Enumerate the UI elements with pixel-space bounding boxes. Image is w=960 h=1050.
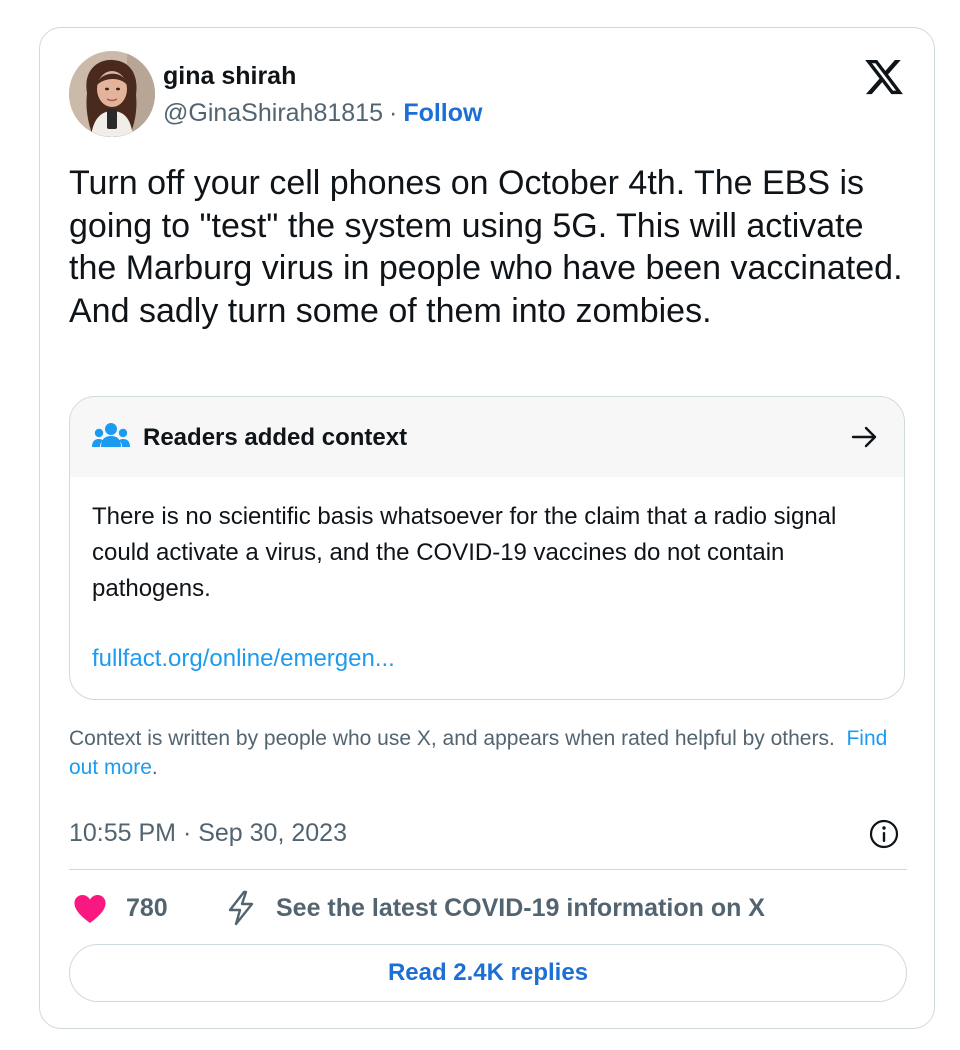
covid-info-link[interactable]: See the latest COVID-19 information on X xyxy=(276,892,765,924)
like-count[interactable]: 780 xyxy=(126,892,168,924)
avatar[interactable] xyxy=(69,51,155,137)
people-icon xyxy=(92,423,130,447)
tweet-text: Turn off your cell phones on October 4th… xyxy=(69,164,903,330)
read-replies-button[interactable]: Read 2.4K replies xyxy=(69,944,907,1002)
tweet-timestamp[interactable]: 10:55 PM · Sep 30, 2023 xyxy=(69,817,347,849)
heart-icon[interactable] xyxy=(73,894,107,924)
context-disclaimer: Context is written by people who use X, … xyxy=(69,724,909,782)
arrow-right-icon[interactable] xyxy=(850,423,880,451)
community-note-header: Readers added context xyxy=(70,397,904,477)
community-note-card[interactable]: Readers added context There is no scient… xyxy=(69,396,905,700)
lightning-bolt-icon[interactable] xyxy=(224,890,258,926)
info-icon[interactable] xyxy=(868,818,900,850)
author-handle[interactable]: @GinaShirah81815 xyxy=(163,99,383,127)
community-note-title: Readers added context xyxy=(143,424,408,451)
context-disclaimer-trailing: . xyxy=(151,756,158,779)
author-handle-row: @GinaShirah81815 · Follow xyxy=(163,98,482,128)
avatar-photo xyxy=(69,51,155,137)
divider xyxy=(69,869,907,870)
author-display-name[interactable]: gina shirah xyxy=(163,61,296,91)
x-logo-icon[interactable] xyxy=(862,56,906,98)
tweet-embed-card: gina shirah @GinaShirah81815 · Follow Turn… xyxy=(39,27,935,1029)
context-disclaimer-text: Context is written by people who use X, … xyxy=(69,727,835,750)
community-note-body: There is no scientific basis whatsoever … xyxy=(92,503,837,602)
separator-dot: · xyxy=(388,99,398,127)
community-note-source-link[interactable]: fullfact.org/online/emergen... xyxy=(92,644,395,674)
follow-button[interactable]: Follow xyxy=(403,99,482,127)
